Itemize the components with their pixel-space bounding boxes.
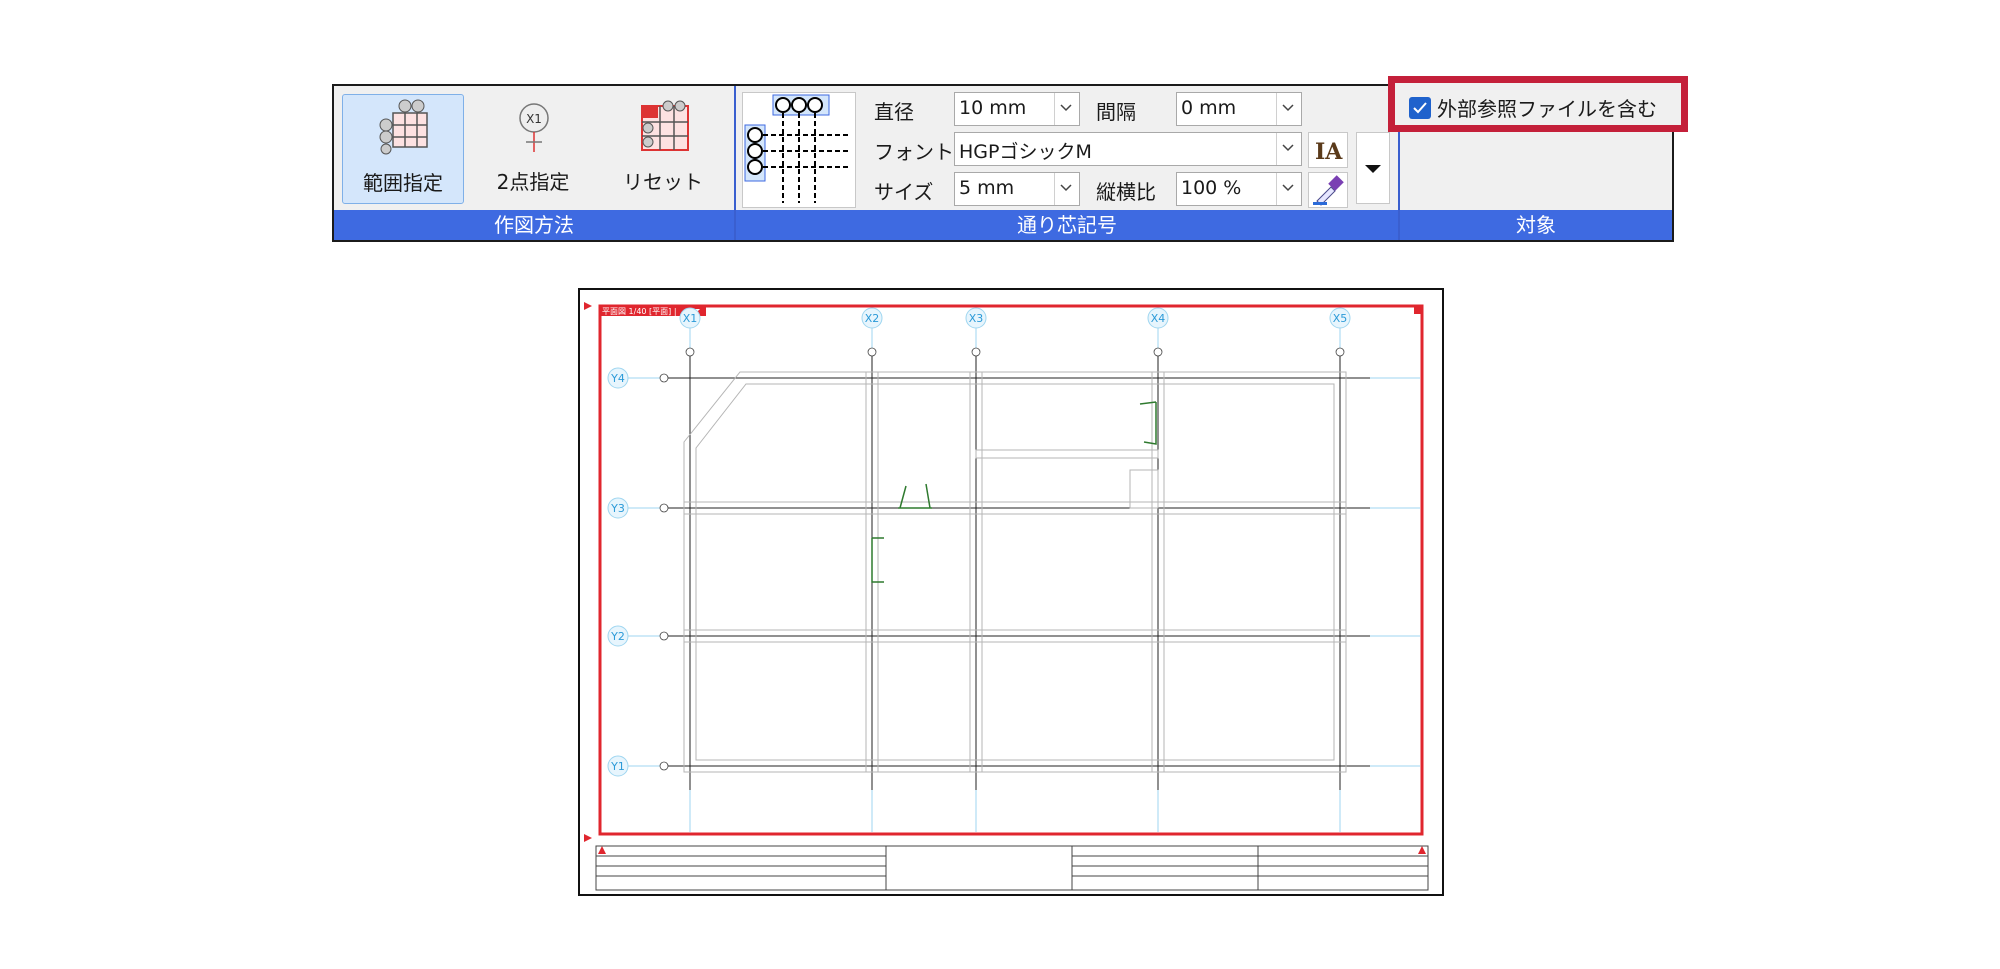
include-external-ref-label: 外部参照ファイルを含む — [1437, 97, 1657, 121]
frame-marker-icon — [1418, 846, 1426, 854]
axis-lines — [612, 320, 1420, 832]
title-block — [595, 845, 1429, 891]
view-tab-label: 平面図 1/40 [平面] | — [602, 307, 677, 316]
svg-text:IA: IA — [1315, 139, 1343, 165]
reset-button[interactable]: リセット — [602, 94, 724, 204]
eyedropper-icon — [1313, 175, 1344, 206]
font-style-button[interactable]: IA — [1308, 132, 1348, 168]
door-symbols — [871, 401, 1157, 583]
group-label-symbol: 通り芯記号 — [736, 210, 1398, 240]
chevron-down-icon[interactable] — [1054, 93, 1079, 125]
inner-axis-markers — [659, 347, 1345, 771]
y-axis-label: Y4 — [610, 372, 625, 385]
range-grid-icon — [379, 99, 428, 155]
size-value: 5 mm — [959, 177, 1015, 199]
frame-marker-icon — [584, 302, 592, 310]
size-label: サイズ — [874, 180, 934, 204]
group-label-method: 作図方法 — [334, 210, 734, 240]
x-axis-label: X5 — [1333, 312, 1348, 325]
aspect-value: 100 % — [1181, 177, 1242, 199]
range-specify-button[interactable]: 範囲指定 — [342, 94, 464, 204]
frame-marker-icon — [598, 846, 606, 854]
x-axis-label: X4 — [1151, 312, 1166, 325]
font-label: フォント — [874, 140, 954, 164]
size-combo[interactable]: 5 mm — [954, 172, 1080, 206]
symbol-style-button[interactable] — [742, 92, 856, 208]
font-combo[interactable]: HGPゴシックM — [954, 132, 1302, 166]
reset-grid-icon — [641, 100, 689, 151]
dropdown-arrow-icon — [1365, 165, 1381, 173]
x-axis-bubble[interactable]: X4 — [1147, 307, 1169, 329]
x-axis-bubble[interactable]: X5 — [1329, 307, 1351, 329]
x-axis-bubble[interactable]: X1 — [679, 307, 701, 329]
svg-text:X1: X1 — [526, 112, 542, 126]
y-axis-label: Y1 — [610, 760, 625, 773]
axis-point-icon: X1 — [519, 103, 549, 152]
chevron-down-icon[interactable] — [1276, 173, 1301, 205]
y-axis-bubble[interactable]: Y4 — [607, 367, 629, 389]
group-drawing-method: 範囲指定 X1 2点指定 リセット 作図方法 — [334, 86, 736, 240]
diameter-combo[interactable]: 10 mm — [954, 92, 1080, 126]
y-axis-label: Y2 — [610, 630, 625, 643]
checkmark-icon — [1413, 102, 1427, 114]
spacing-value: 0 mm — [1181, 97, 1237, 119]
x-axis-bubble[interactable]: X3 — [965, 307, 987, 329]
x-axis-bubble[interactable]: X2 — [861, 307, 883, 329]
chevron-down-icon[interactable] — [1276, 93, 1301, 125]
frame-corner-handle[interactable] — [1414, 306, 1422, 314]
axis-grid-style-icon — [744, 94, 849, 203]
spacing-combo[interactable]: 0 mm — [1176, 92, 1302, 126]
chevron-down-icon[interactable] — [1276, 133, 1301, 165]
aspect-combo[interactable]: 100 % — [1176, 172, 1302, 206]
chevron-down-icon[interactable] — [1054, 173, 1079, 205]
y-axis-bubble[interactable]: Y2 — [607, 625, 629, 647]
reset-label: リセット — [623, 170, 703, 194]
x-axis-label: X1 — [683, 312, 698, 325]
more-options-button[interactable] — [1356, 132, 1390, 204]
two-point-button[interactable]: X1 2点指定 — [472, 94, 594, 204]
diameter-value: 10 mm — [959, 97, 1027, 119]
walls — [683, 371, 1347, 773]
x-axis-label: X3 — [969, 312, 984, 325]
x-axis-label: X2 — [865, 312, 880, 325]
group-label-target: 対象 — [1400, 210, 1672, 240]
range-specify-label: 範囲指定 — [363, 171, 443, 195]
color-picker-button[interactable] — [1308, 172, 1348, 208]
include-external-ref-highlight: 外部参照ファイルを含む — [1388, 76, 1688, 132]
y-axis-bubble[interactable]: Y1 — [607, 755, 629, 777]
font-value: HGPゴシックM — [959, 141, 1092, 163]
aspect-label: 縦横比 — [1096, 180, 1156, 204]
frame-marker-icon — [584, 834, 592, 842]
floor-plan: 平面図 1/40 [平面] | X1 X2 X3 X4 X5 Y4 Y3 Y2 … — [584, 302, 1429, 891]
spacing-label: 間隔 — [1096, 100, 1136, 124]
group-axis-symbol: 直径 10 mm 間隔 0 mm フォント HGPゴシックM IA サイズ 5 … — [736, 86, 1400, 240]
drawing-sheet[interactable]: 平面図 1/40 [平面] | X1 X2 X3 X4 X5 Y4 Y3 Y2 … — [578, 288, 1444, 896]
include-external-ref-checkbox[interactable] — [1409, 97, 1431, 119]
y-axis-bubble[interactable]: Y3 — [607, 497, 629, 519]
two-point-label: 2点指定 — [496, 170, 570, 194]
diameter-label: 直径 — [874, 100, 914, 124]
text-style-icon: IA — [1315, 139, 1343, 165]
structural-axis-lines — [668, 356, 1370, 790]
print-frame — [598, 304, 1424, 836]
y-axis-label: Y3 — [610, 502, 625, 515]
